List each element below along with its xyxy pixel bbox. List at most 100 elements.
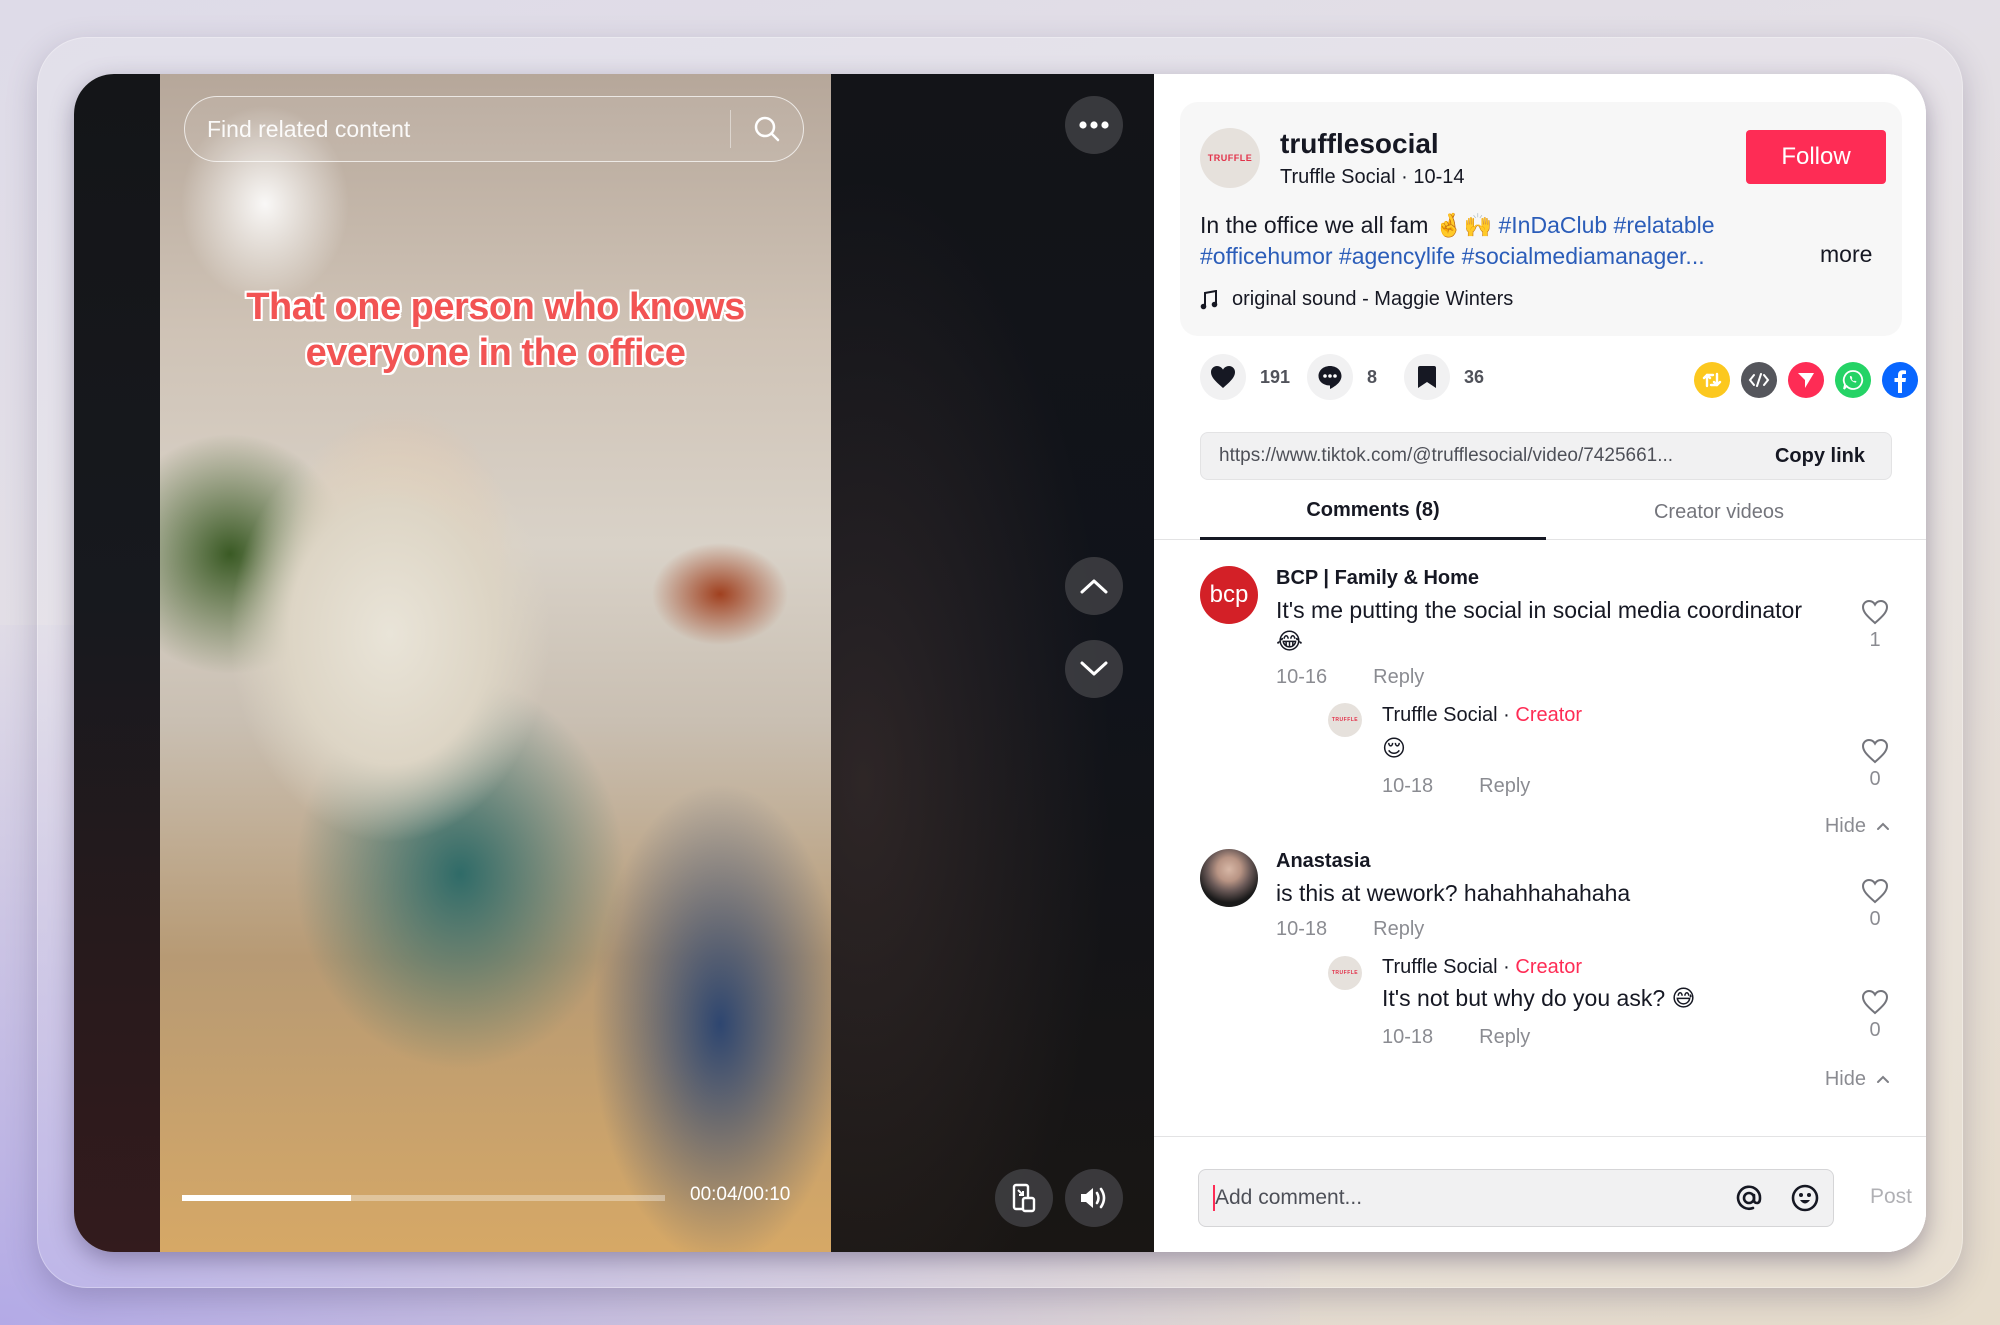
chevron-up-icon [1080, 579, 1108, 594]
post-description: In the office we all fam 🤞🙌 #InDaClub #r… [1200, 210, 1780, 272]
chevron-up-icon [1877, 1075, 1889, 1083]
author-avatar[interactable]: TRUFFLE [1200, 128, 1260, 188]
tab-creator-videos[interactable]: Creator videos [1546, 484, 1892, 540]
description-more-button[interactable]: more [1820, 241, 1872, 268]
reply-author[interactable]: Truffle Social [1382, 704, 1498, 726]
search-input[interactable]: Find related content [184, 96, 804, 162]
volume-button[interactable] [1065, 1169, 1123, 1227]
author-username[interactable]: trufflesocial [1280, 128, 1439, 160]
avatar-logo-text: TRUFFLE [1207, 153, 1253, 163]
avatar-logo-text: TRUFFLE [1331, 717, 1359, 723]
add-comment-input[interactable]: Add comment... [1198, 1169, 1834, 1227]
commenter-avatar[interactable] [1200, 849, 1258, 907]
hide-label: Hide [1824, 1068, 1866, 1090]
details-panel: TRUFFLE trufflesocial Truffle Social · 1… [1154, 74, 1926, 1252]
reply-author-avatar[interactable]: TRUFFLE [1328, 956, 1362, 990]
save-count: 36 [1464, 366, 1485, 387]
panel-tabs: Comments (8) Creator videos [1154, 484, 1926, 540]
more-share-button[interactable] [1924, 362, 1926, 398]
post-comment-button[interactable]: Post [1870, 1185, 1912, 1209]
search-placeholder: Find related content [207, 115, 411, 142]
whatsapp-icon [1842, 370, 1864, 390]
comment-like-count: 1 [1869, 629, 1881, 651]
embed-button[interactable] [1741, 362, 1777, 398]
copy-link-button[interactable]: Copy link [1775, 445, 1865, 468]
more-options-button[interactable] [1065, 96, 1123, 154]
video-caption-overlay: That one person who knows everyone in th… [160, 284, 831, 376]
comment-like-button[interactable]: 1 [1860, 599, 1890, 652]
avatar-logo-text: TRUFFLE [1331, 970, 1359, 976]
reply-meta: 10-18 Reply [1382, 775, 1530, 798]
hide-label: Hide [1824, 815, 1866, 837]
bookmark-icon [1404, 354, 1450, 400]
emoji-button[interactable] [1777, 1183, 1833, 1213]
reply-text: 😌 [1382, 735, 1406, 761]
reply-like-button[interactable]: 0 [1860, 989, 1890, 1042]
hide-replies-button[interactable]: Hide [1825, 815, 1890, 838]
caption-line: everyone in the office [305, 332, 686, 374]
follow-button[interactable]: Follow [1746, 130, 1886, 184]
video-progress-bar[interactable] [182, 1195, 665, 1201]
reply-button[interactable]: Reply [1479, 1026, 1530, 1049]
avatar-logo-text: bcp [1209, 581, 1249, 608]
reply-date: 10-18 [1382, 1026, 1434, 1048]
reply-meta: 10-18 Reply [1382, 1026, 1530, 1049]
previous-video-button[interactable] [1065, 557, 1123, 615]
embed-code-icon [1748, 373, 1770, 387]
repost-icon [1702, 372, 1722, 388]
tab-comments[interactable]: Comments (8) [1200, 484, 1546, 540]
separator-dot: · [1497, 704, 1516, 726]
mention-button[interactable] [1721, 1183, 1777, 1213]
hashtag-link[interactable]: #InDaClub #relatable [1498, 212, 1714, 238]
facebook-button[interactable] [1882, 362, 1918, 398]
floating-player-button[interactable] [995, 1169, 1053, 1227]
floating-player-icon [1012, 1183, 1036, 1213]
comment-meta: 10-18 Reply [1276, 918, 1424, 941]
hide-replies-button[interactable]: Hide [1825, 1068, 1890, 1091]
reply-like-button[interactable]: 0 [1860, 738, 1890, 791]
reply-button[interactable]: Reply [1373, 918, 1424, 941]
post-info-card: TRUFFLE trufflesocial Truffle Social · 1… [1180, 102, 1902, 336]
send-to-friends-button[interactable] [1788, 362, 1824, 398]
creator-badge: Creator [1515, 704, 1583, 726]
search-icon[interactable] [731, 114, 803, 144]
reply-author[interactable]: Truffle Social [1382, 956, 1498, 978]
whatsapp-button[interactable] [1835, 362, 1871, 398]
comment-date: 10-16 [1276, 666, 1328, 688]
repost-button[interactable] [1694, 362, 1730, 398]
video-link-field[interactable]: https://www.tiktok.com/@trufflesocial/vi… [1200, 432, 1892, 480]
reply-like-count: 0 [1869, 768, 1881, 790]
reply-author-avatar[interactable]: TRUFFLE [1328, 703, 1362, 737]
comment-like-count: 0 [1869, 908, 1881, 930]
video-time-readout: 00:04/00:10 [690, 1184, 791, 1205]
comment-author[interactable]: BCP | Family & Home [1276, 567, 1479, 590]
comment-meta: 10-16 Reply [1276, 666, 1424, 689]
reply-text: It's not but why do you ask? 😅 [1382, 985, 1696, 1011]
comment-list[interactable]: bcp BCP | Family & Home It's me putting … [1154, 541, 1926, 1213]
caption-line: That one person who knows [246, 286, 745, 328]
like-count: 191 [1260, 366, 1291, 387]
heart-outline-icon [1861, 738, 1889, 764]
chevron-down-icon [1080, 661, 1108, 676]
save-button[interactable]: 36 [1404, 354, 1484, 400]
engagement-bar: 191 8 36 [1154, 354, 1926, 414]
reply-button[interactable]: Reply [1373, 666, 1424, 689]
reply-author-line: Truffle Social · Creator [1382, 704, 1582, 727]
reply-author-line: Truffle Social · Creator [1382, 956, 1582, 979]
reply-like-count: 0 [1869, 1019, 1881, 1041]
commenter-avatar[interactable]: bcp [1200, 566, 1258, 624]
comment-like-button[interactable]: 0 [1860, 878, 1890, 931]
comment-button[interactable]: 8 [1307, 354, 1377, 400]
comment-placeholder: Add comment... [1215, 1186, 1363, 1209]
more-options-icon [1079, 121, 1109, 129]
like-button[interactable]: 191 [1200, 354, 1290, 400]
hashtag-link[interactable]: #officehumor #agencylife #socialmediaman… [1200, 243, 1705, 269]
comment-author[interactable]: Anastasia [1276, 850, 1371, 873]
heart-outline-icon [1861, 989, 1889, 1015]
reply-button[interactable]: Reply [1479, 775, 1530, 798]
next-video-button[interactable] [1065, 640, 1123, 698]
comment-composer: Add comment... Post [1154, 1136, 1926, 1252]
sound-link[interactable]: original sound - Maggie Winters [1200, 288, 1513, 311]
video-frame[interactable]: Find related content That one person who… [160, 74, 831, 1252]
video-url: https://www.tiktok.com/@trufflesocial/vi… [1219, 445, 1674, 466]
